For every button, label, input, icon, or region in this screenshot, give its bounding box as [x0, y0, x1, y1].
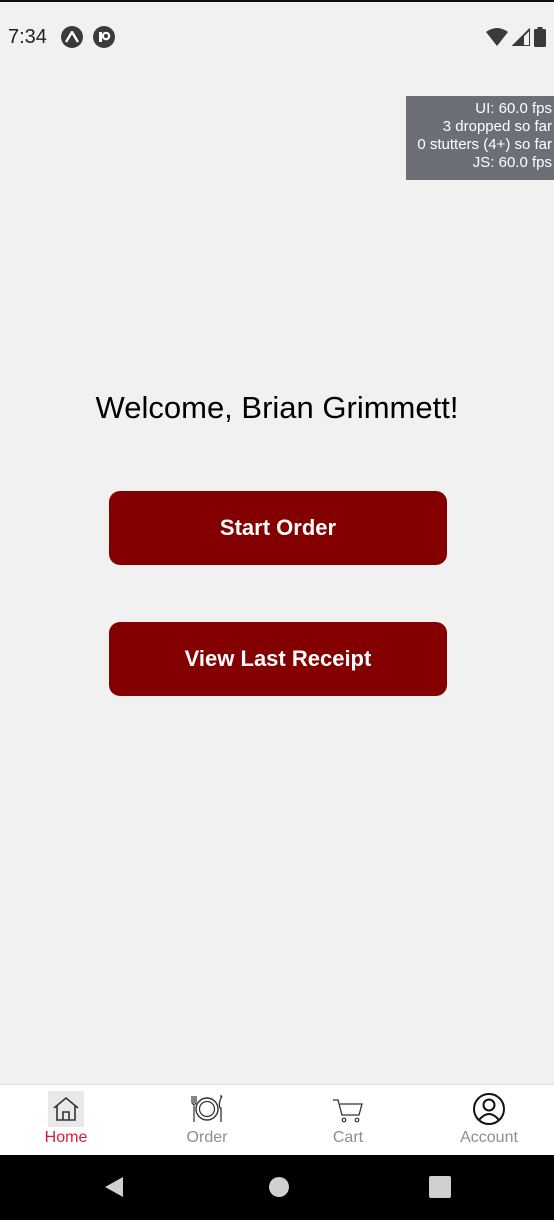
tab-home-label: Home [44, 1129, 88, 1146]
user-circle-icon [473, 1093, 505, 1125]
android-nav-bar [0, 1155, 554, 1220]
welcome-heading: Welcome, Brian Grimmett! [95, 390, 459, 425]
perf-monitor: UI: 60.0 fps 3 dropped so far 0 stutters… [406, 96, 554, 180]
tab-home[interactable]: Home [6, 1085, 126, 1155]
status-bar: 7:34 [0, 2, 554, 72]
plate-cutlery-icon [191, 1095, 223, 1122]
status-time: 7:34 [8, 25, 47, 48]
battery-icon [534, 27, 546, 47]
bottom-tab-bar: Home Order Cart Account [0, 1084, 554, 1155]
view-last-receipt-label: View Last Receipt [184, 646, 372, 671]
wifi-icon [486, 28, 508, 46]
perf-js-fps: JS: 60.0 fps [472, 154, 552, 171]
tab-order-label: Order [186, 1129, 228, 1146]
home-icon [48, 1091, 84, 1127]
start-order-button[interactable]: Start Order [109, 491, 447, 565]
perf-dropped: 3 dropped so far [442, 118, 552, 135]
tab-order[interactable]: Order [147, 1085, 267, 1155]
start-order-label: Start Order [219, 515, 337, 540]
perf-stutters: 0 stutters (4+) so far [417, 136, 552, 153]
app-notification-icon [92, 26, 115, 48]
back-icon[interactable] [103, 1176, 125, 1198]
perf-ui-fps: UI: 60.0 fps [475, 100, 552, 117]
tab-cart[interactable]: Cart [288, 1085, 408, 1155]
view-last-receipt-button[interactable]: View Last Receipt [109, 622, 447, 696]
tab-account-label: Account [460, 1129, 518, 1146]
expo-icon [60, 26, 83, 48]
status-indicators [486, 27, 546, 47]
cart-icon [333, 1099, 363, 1123]
recents-icon[interactable] [429, 1176, 451, 1198]
signal-icon [512, 28, 530, 46]
tab-cart-label: Cart [332, 1129, 364, 1146]
home-circle-icon[interactable] [268, 1176, 290, 1198]
tab-account[interactable]: Account [429, 1085, 549, 1155]
